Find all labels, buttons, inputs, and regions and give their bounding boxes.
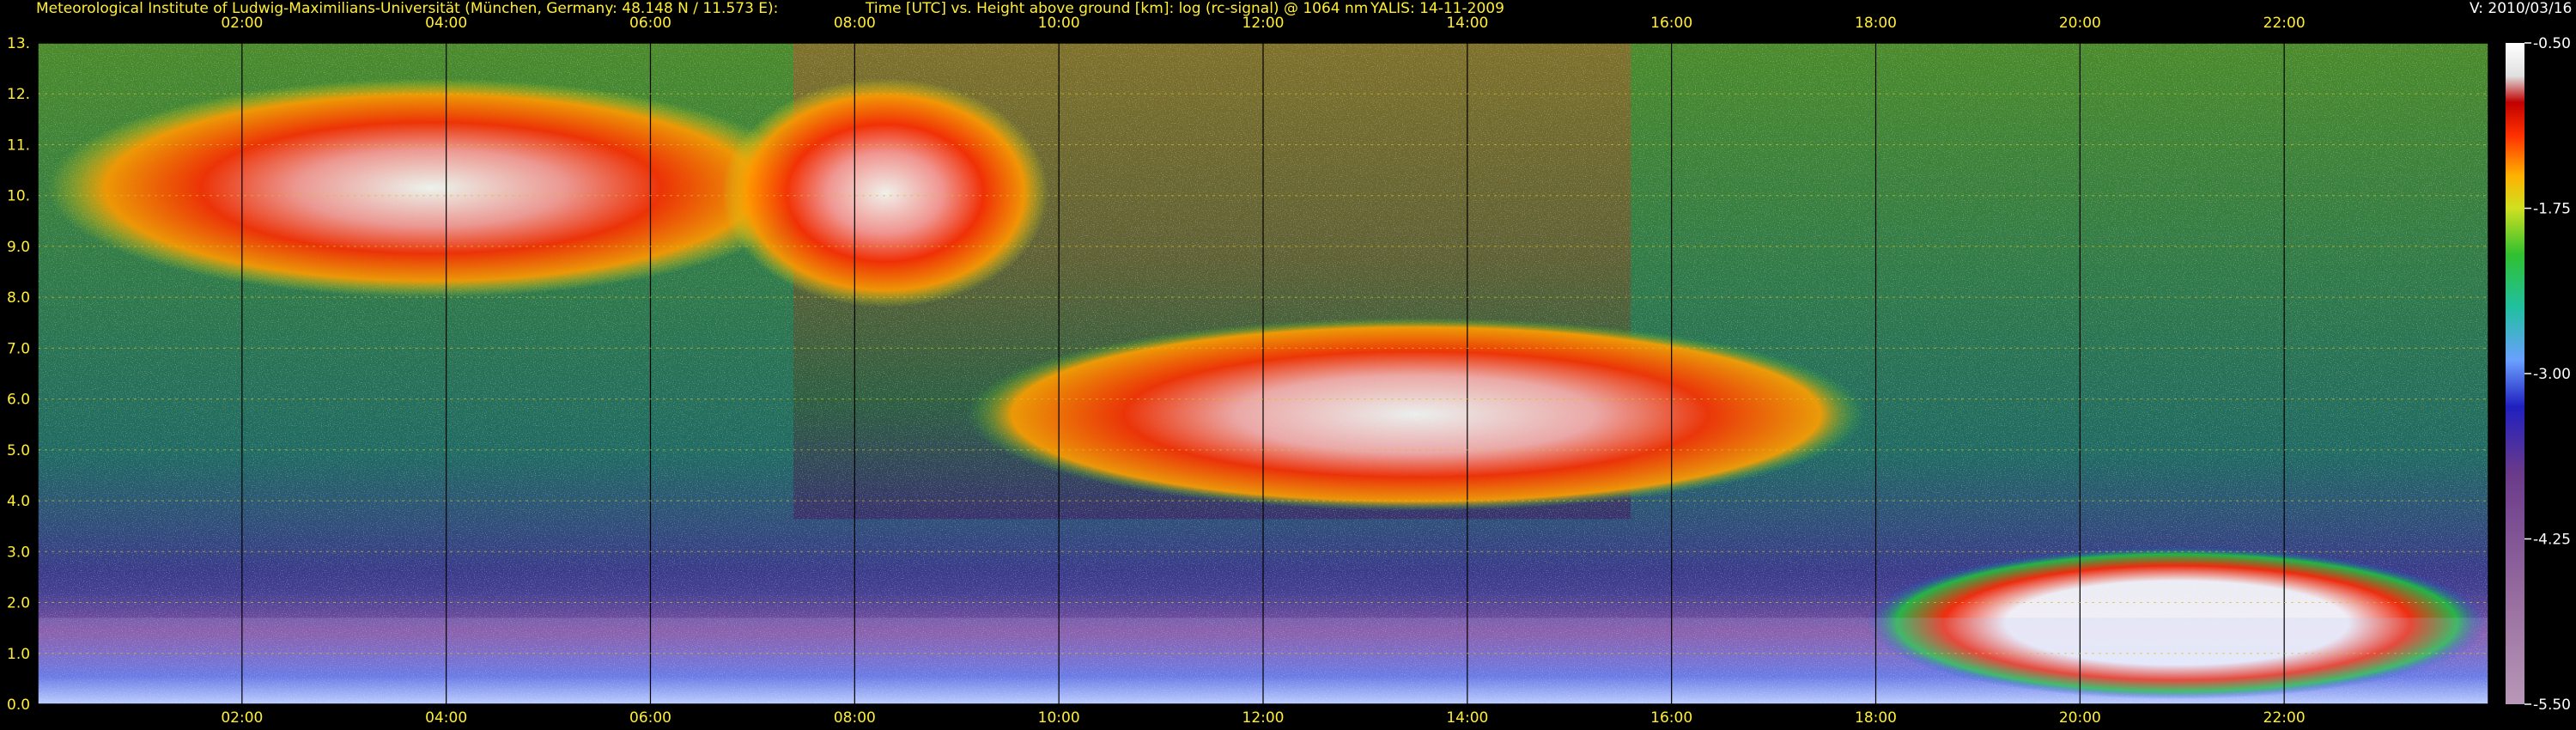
x-tick-label-top: 20:00 bbox=[2059, 15, 2101, 32]
y-tick-label: 13. bbox=[7, 35, 30, 52]
y-tick-label: 9.0 bbox=[7, 239, 30, 256]
colorbar-tick-label: -0.50 bbox=[2533, 35, 2571, 52]
x-tick-label-top: 22:00 bbox=[2263, 15, 2306, 32]
x-tick-label-bottom: 02:00 bbox=[221, 709, 263, 727]
colorbar-tick-label: -5.50 bbox=[2533, 697, 2571, 714]
y-tick-label: 3.0 bbox=[7, 544, 30, 561]
x-tick-label-bottom: 20:00 bbox=[2059, 709, 2101, 727]
y-tick-label: 5.0 bbox=[7, 442, 30, 459]
x-tick-label-bottom: 12:00 bbox=[1242, 709, 1285, 727]
x-tick-label-bottom: 16:00 bbox=[1650, 709, 1692, 727]
cirrus-band bbox=[721, 78, 1049, 307]
colorbar-tick-label: -4.25 bbox=[2533, 532, 2571, 549]
colorbar-scale bbox=[2506, 43, 2524, 704]
x-tick-label-bottom: 10:00 bbox=[1038, 709, 1080, 727]
y-tick-label: 4.0 bbox=[7, 493, 30, 510]
colorbar-tick-label: -1.75 bbox=[2533, 201, 2571, 218]
x-tick-label-top: 14:00 bbox=[1446, 15, 1488, 32]
y-tick-label: 12. bbox=[7, 86, 30, 103]
x-tick-label-top: 16:00 bbox=[1650, 15, 1692, 32]
y-tick-label: 1.0 bbox=[7, 646, 30, 663]
y-tick-label: 7.0 bbox=[7, 340, 30, 357]
x-tick-label-bottom: 08:00 bbox=[834, 709, 876, 727]
mid-level-cloud-band bbox=[967, 317, 1866, 511]
colorbar-tick-label: -3.00 bbox=[2533, 366, 2571, 383]
x-tick-label-top: 10:00 bbox=[1038, 15, 1080, 32]
x-tick-label-top: 04:00 bbox=[425, 15, 467, 32]
y-tick-label: 11. bbox=[7, 137, 30, 154]
y-tick-label: 2.0 bbox=[7, 595, 30, 612]
x-tick-label-top: 02:00 bbox=[221, 15, 263, 32]
x-tick-label-bottom: 06:00 bbox=[629, 709, 671, 727]
lidar-chart: 02:00 02:00 04:00 04:00 06:00 06:00 08:00 08:00… bbox=[7, 15, 2571, 727]
cirrus-band bbox=[47, 78, 814, 298]
x-tick-label-bottom: 04:00 bbox=[425, 709, 467, 727]
y-tick-label: 6.0 bbox=[7, 392, 30, 409]
x-tick-label-top: 12:00 bbox=[1242, 15, 1285, 32]
x-tick-label-top: 06:00 bbox=[629, 15, 671, 32]
x-tick-label-top: 08:00 bbox=[834, 15, 876, 32]
x-tick-label-bottom: 22:00 bbox=[2263, 709, 2306, 727]
y-tick-label: 10. bbox=[7, 188, 30, 205]
x-tick-label-top: 18:00 bbox=[1855, 15, 1897, 32]
x-tick-label-bottom: 18:00 bbox=[1855, 709, 1897, 727]
y-tick-label: 8.0 bbox=[7, 289, 30, 307]
x-tick-label-bottom: 14:00 bbox=[1446, 709, 1488, 727]
y-tick-label: 0.0 bbox=[7, 697, 30, 714]
